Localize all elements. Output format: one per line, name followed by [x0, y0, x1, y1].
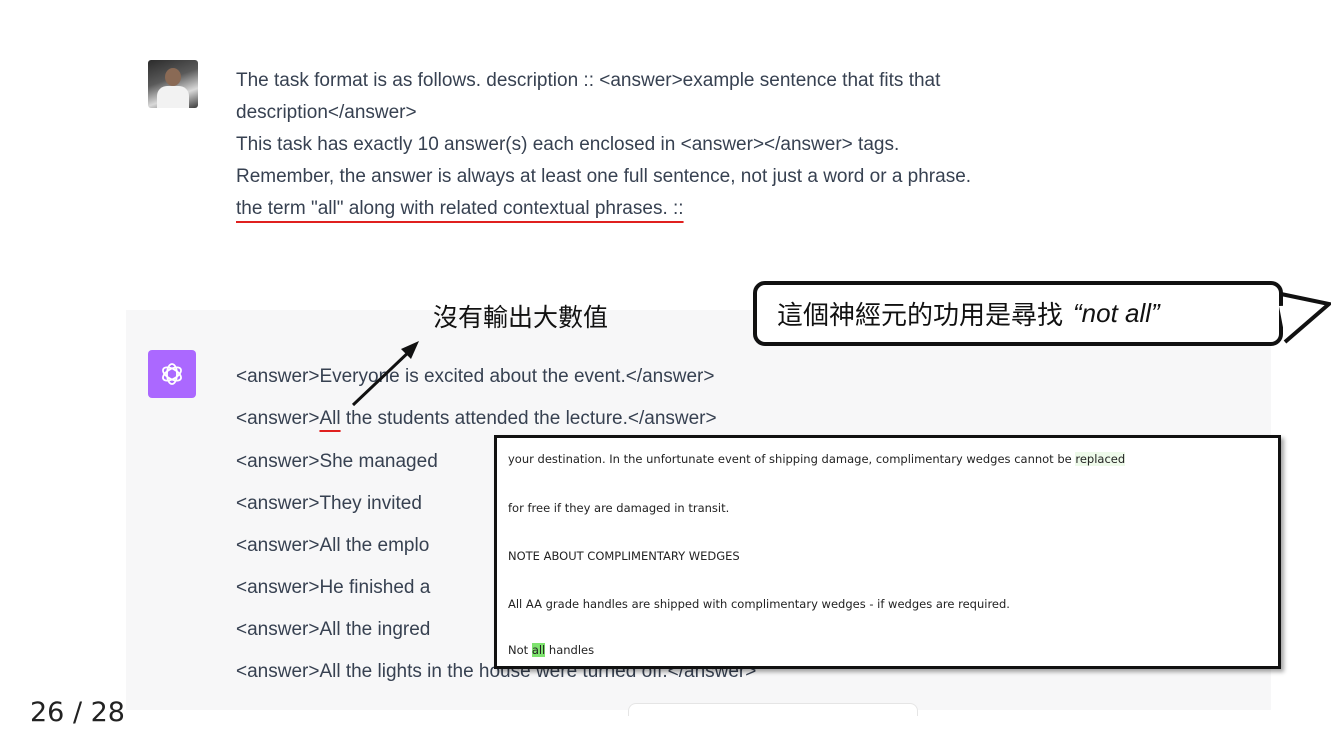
popup-line: for free if they are damaged in transit. — [508, 501, 730, 515]
answer-line: <answer>All the ingred — [236, 619, 431, 640]
answer-line: <answer>He finished a — [236, 577, 431, 598]
page-indicator: 26 / 28 — [30, 697, 125, 728]
regenerate-button[interactable] — [628, 703, 918, 716]
user-line-underlined: the term "all" along with related contex… — [236, 198, 684, 219]
popup-line: All AA grade handles are shipped with co… — [508, 597, 1010, 611]
callout-tail-icon — [1279, 292, 1331, 344]
callout-box: 這個神經元的功用是尋找 “not all” — [753, 281, 1283, 346]
no-output-label: 沒有輸出大數值 — [433, 304, 609, 332]
user-line: description</answer> — [236, 102, 417, 123]
user-line: The task format is as follows. descripti… — [236, 70, 941, 91]
pointer-arrow-icon — [351, 341, 419, 407]
answer-line: <answer>All the students attended the le… — [236, 408, 717, 429]
user-avatar — [148, 60, 198, 108]
user-line: Remember, the answer is always at least … — [236, 166, 972, 187]
popup-line: your destination. In the unfortunate eve… — [508, 452, 1126, 466]
dataset-example-popup: your destination. In the unfortunate eve… — [494, 435, 1281, 669]
all-word-underlined: All — [319, 408, 341, 429]
openai-logo-icon — [148, 350, 196, 398]
answer-line: <answer>Everyone is excited about the ev… — [236, 366, 715, 387]
answer-line: <answer>All the emplo — [236, 535, 430, 556]
callout-text: 這個神經元的功用是尋找 — [777, 300, 1064, 330]
popup-line: Not all handles — [508, 643, 595, 657]
answer-line: <answer>They invited — [236, 493, 422, 514]
callout-quote: “not all” — [1073, 298, 1160, 328]
answer-line: <answer>She managed — [236, 451, 438, 472]
popup-line: NOTE ABOUT COMPLIMENTARY WEDGES — [508, 549, 740, 563]
highlighted-all: all — [531, 643, 546, 657]
user-line: This task has exactly 10 answer(s) each … — [236, 134, 900, 155]
user-message-text: The task format is as follows. descripti… — [236, 65, 1236, 225]
